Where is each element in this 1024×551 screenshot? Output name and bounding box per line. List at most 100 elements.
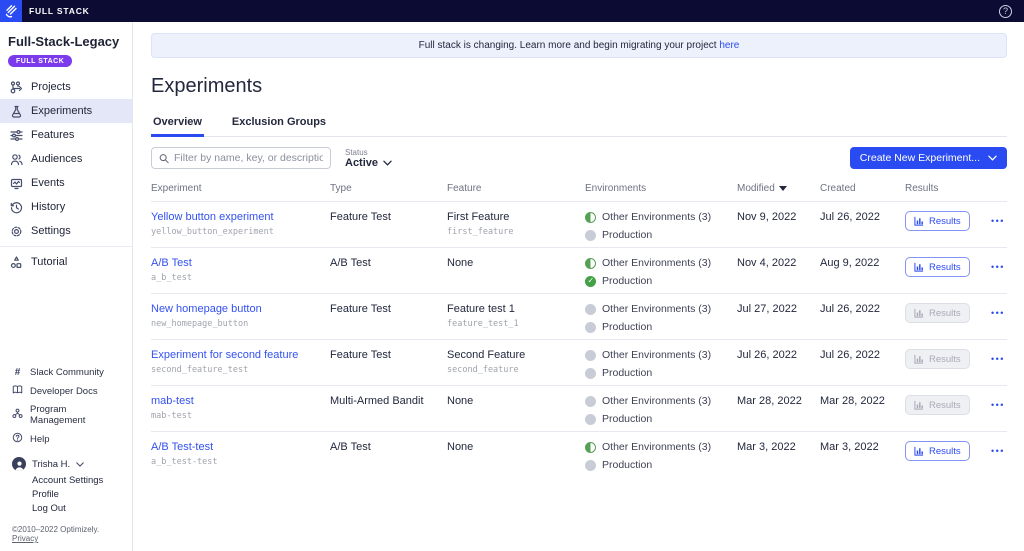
help-icon[interactable]: ? [999, 4, 1012, 18]
sidebar-link-help[interactable]: Help [0, 429, 132, 449]
tab-exclusion-groups[interactable]: Exclusion Groups [230, 112, 328, 136]
chevron-down-icon [988, 155, 997, 161]
help-icon [12, 432, 23, 446]
column-header-feature[interactable]: Feature [447, 183, 585, 194]
sidebar-item-projects[interactable]: Projects [0, 75, 132, 99]
results-label: Results [929, 261, 961, 273]
feature-cell: Feature test 1 feature_test_1 [447, 303, 585, 329]
sidebar-link-program-management[interactable]: Program Management [0, 401, 132, 429]
results-label: Results [929, 399, 961, 411]
bar-chart-icon [914, 446, 924, 456]
sidebar-item-settings[interactable]: Settings [0, 219, 132, 243]
results-button[interactable]: Results [905, 257, 970, 277]
sidebar-item-tutorial[interactable]: Tutorial [0, 250, 132, 274]
sidebar-item-label: Tutorial [31, 256, 68, 268]
experiment-name-link[interactable]: A/B Test [151, 257, 192, 269]
sidebar-item-events[interactable]: Events [0, 171, 132, 195]
created-date: Aug 9, 2022 [820, 257, 880, 269]
sidebar-item-label: Experiments [31, 105, 93, 117]
experiment-name-link[interactable]: Yellow button experiment [151, 211, 274, 223]
status-label: Status [345, 147, 368, 157]
row-actions-menu[interactable]: ••• [991, 303, 1005, 323]
footer-link-label: Program Management [30, 404, 86, 426]
brand: FULL STACK [0, 0, 90, 22]
column-header-modified[interactable]: Modified [737, 183, 820, 194]
column-header-results[interactable]: Results [905, 183, 991, 194]
sidebar-item-features[interactable]: Features [0, 123, 132, 147]
experiment-name-link[interactable]: A/B Test-test [151, 441, 213, 453]
sidebar-link-slack-community[interactable]: # Slack Community [0, 364, 132, 381]
environments-cell: Other Environments (3) Production [585, 211, 737, 247]
table-header-row: Experiment Type Feature Environments Mod… [151, 177, 1007, 201]
environment-label: Production [602, 275, 653, 287]
sidebar-item-label: Audiences [31, 153, 83, 165]
table-row: mab-test mab-test Multi-Armed Bandit Non… [151, 385, 1007, 431]
modified-date: Mar 3, 2022 [737, 441, 796, 453]
experiment-name-link[interactable]: Experiment for second feature [151, 349, 298, 361]
environments-cell: Other Environments (3) Production [585, 441, 737, 477]
feature-cell: First Feature first_feature [447, 211, 585, 237]
column-header-created[interactable]: Created [820, 183, 905, 194]
created-date: Mar 3, 2022 [820, 441, 879, 453]
experiment-type: A/B Test [330, 441, 371, 453]
table-row: New homepage button new_homepage_button … [151, 293, 1007, 339]
environment-label: Other Environments (3) [602, 441, 712, 453]
avatar [12, 457, 26, 471]
privacy-link[interactable]: Privacy [12, 534, 38, 543]
sidebar-item-experiments[interactable]: Experiments [0, 99, 132, 123]
filter-input[interactable] [174, 152, 323, 164]
create-new-experiment-button[interactable]: Create New Experiment... [849, 147, 1007, 169]
sidebar-link-developer-docs[interactable]: Developer Docs [0, 381, 132, 401]
row-actions-menu[interactable]: ••• [991, 441, 1005, 461]
optimizely-logo-icon [0, 0, 22, 22]
results-button[interactable]: Results [905, 441, 970, 461]
experiment-cell: mab-test mab-test [151, 395, 330, 421]
table-row: Experiment for second feature second_fea… [151, 339, 1007, 385]
row-actions-menu[interactable]: ••• [991, 211, 1005, 231]
status-dropdown[interactable]: Status Active [345, 148, 392, 169]
experiment-key: second_feature_test [151, 365, 249, 375]
sidebar-item-audiences[interactable]: Audiences [0, 147, 132, 171]
sidebar-item-label: Settings [31, 225, 71, 237]
table-row: Yellow button experiment yellow_button_e… [151, 201, 1007, 247]
banner-here-link[interactable]: here [719, 40, 739, 51]
environment-label: Other Environments (3) [602, 349, 712, 361]
environment-label: Production [602, 413, 653, 425]
toolbar: Status Active Create New Experiment... [151, 147, 1007, 169]
feature-cell: None [447, 395, 585, 411]
chevron-down-icon [76, 461, 84, 467]
copyright: ©2010–2022 Optimizely. Privacy [0, 515, 132, 545]
banner-text: Full stack is changing. Learn more and b… [418, 40, 717, 51]
results-button: Results [905, 303, 970, 323]
tab-overview[interactable]: Overview [151, 112, 204, 137]
sidebar-divider [0, 246, 132, 247]
environment-status-icon [585, 441, 596, 453]
sidebar-item-history[interactable]: History [0, 195, 132, 219]
table-row: A/B Test-test a_b_test-test A/B Test Non… [151, 431, 1007, 477]
row-actions-menu[interactable]: ••• [991, 257, 1005, 277]
menu-item-account-settings[interactable]: Account Settings [32, 473, 132, 487]
feature-key: second_feature [447, 365, 519, 375]
row-actions-menu[interactable]: ••• [991, 349, 1005, 369]
environment-status-icon [585, 349, 596, 361]
feature-cell: None [447, 257, 585, 273]
create-button-label: Create New Experiment... [859, 152, 980, 164]
menu-item-profile[interactable]: Profile [32, 487, 132, 501]
experiment-name-link[interactable]: New homepage button [151, 303, 262, 315]
column-header-type[interactable]: Type [330, 183, 447, 194]
column-header-environments[interactable]: Environments [585, 183, 737, 194]
environment-status-icon [585, 303, 596, 315]
audiences-icon [10, 153, 23, 165]
experiment-cell: A/B Test-test a_b_test-test [151, 441, 330, 467]
menu-item-log-out[interactable]: Log Out [32, 501, 132, 515]
filter-search-box[interactable] [151, 147, 331, 169]
user-menu-toggle[interactable]: Trisha H. [0, 449, 132, 473]
results-button[interactable]: Results [905, 211, 970, 231]
experiment-key: a_b_test-test [151, 457, 218, 467]
created-date: Jul 26, 2022 [820, 349, 880, 361]
column-header-experiment[interactable]: Experiment [151, 183, 330, 194]
experiment-cell: A/B Test a_b_test [151, 257, 330, 283]
feature-cell: None [447, 441, 585, 457]
experiment-name-link[interactable]: mab-test [151, 395, 194, 407]
row-actions-menu[interactable]: ••• [991, 395, 1005, 415]
